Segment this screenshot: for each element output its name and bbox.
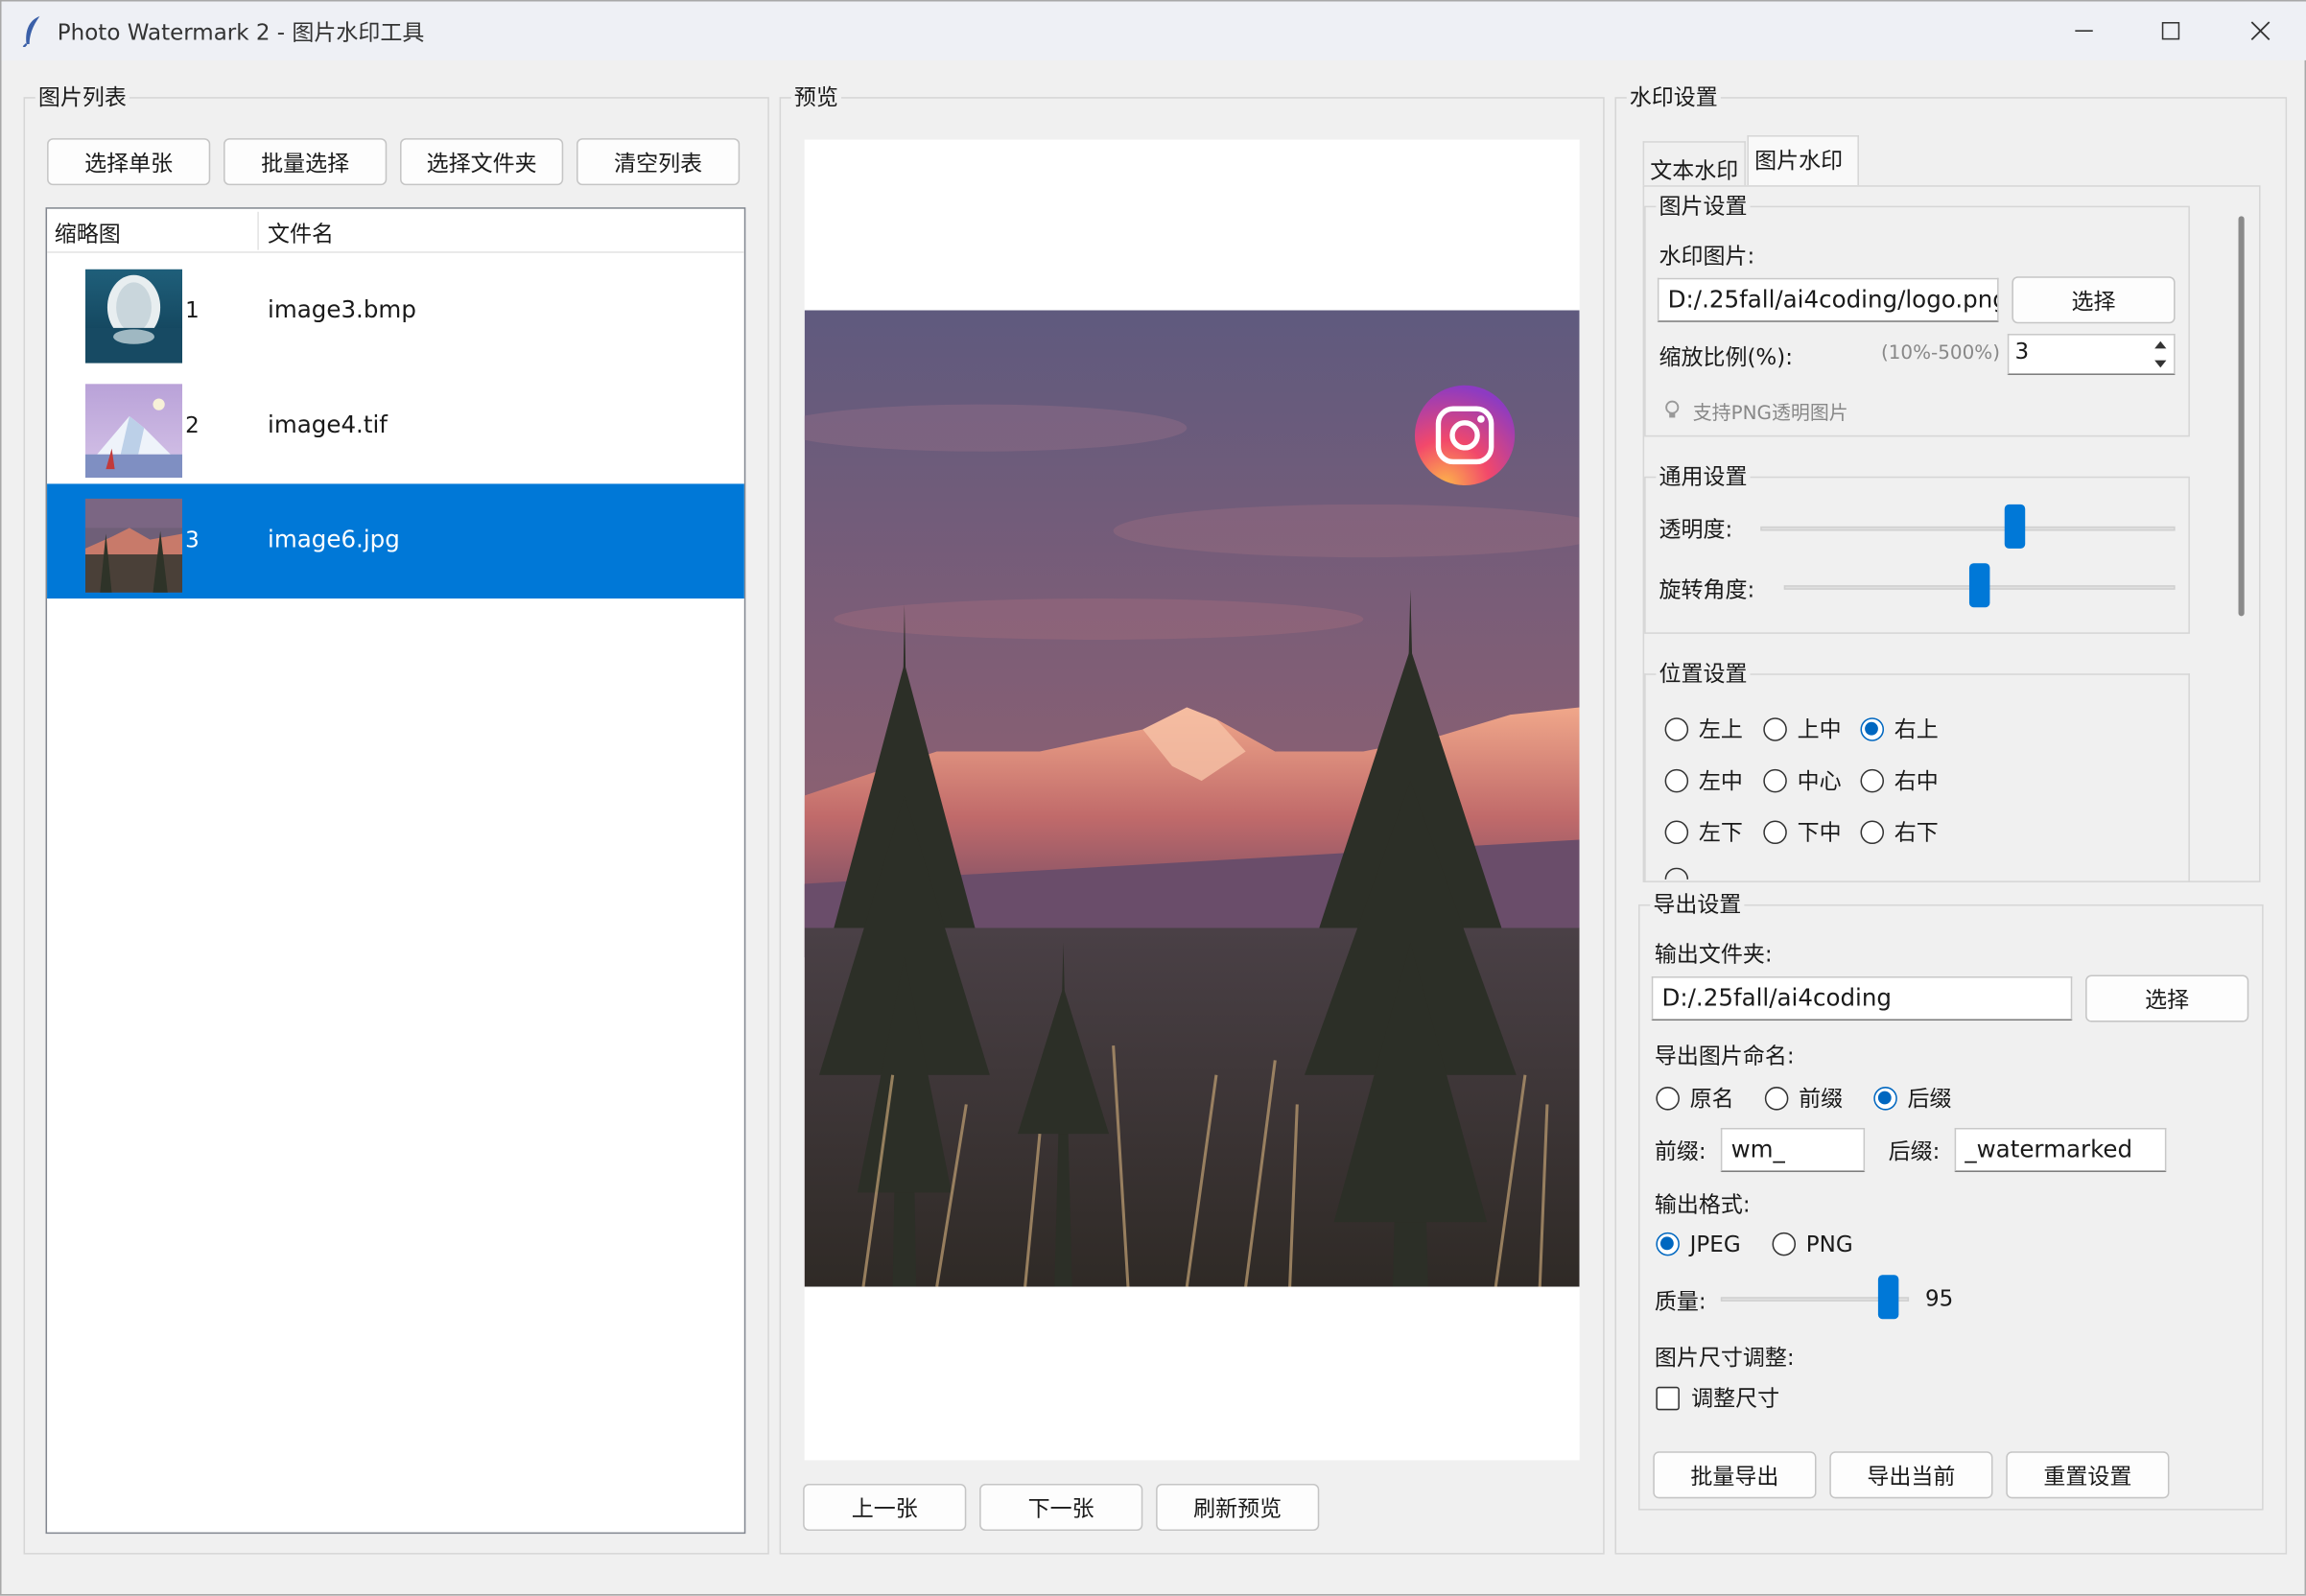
naming-prefix-radio[interactable]: 前缀 [1764, 1082, 1843, 1113]
output-folder-label: 输出文件夹: [1654, 941, 1773, 968]
suffix-input[interactable]: _watermarked [1954, 1127, 2167, 1172]
table-header: 缩略图 文件名 [47, 209, 744, 253]
position-bottom-right-radio[interactable]: 右下 [1860, 816, 1939, 847]
row-index: 3 [185, 526, 200, 553]
prefix-input[interactable]: wm_ [1720, 1127, 1866, 1172]
close-icon [2250, 21, 2271, 41]
export-current-button[interactable]: 导出当前 [1829, 1451, 1993, 1499]
batch-select-button[interactable]: 批量选择 [224, 138, 388, 186]
thumbnail-image [84, 269, 183, 364]
watermark-image-path-field[interactable]: D:/.25fall/ai4coding/logo.png [1657, 277, 1999, 322]
window-title: Photo Watermark 2 - 图片水印工具 [57, 18, 425, 46]
scale-spinbox[interactable]: 3 [2007, 334, 2176, 375]
table-row-selected[interactable]: 3 image6.jpg [47, 483, 744, 599]
settings-scrollbar[interactable] [2238, 216, 2245, 617]
row-index: 2 [185, 411, 200, 438]
thumbnail-image [84, 498, 183, 593]
position-mid-right-radio[interactable]: 右中 [1860, 764, 1939, 795]
rotation-slider-thumb[interactable] [1968, 563, 1990, 608]
batch-export-button[interactable]: 批量导出 [1653, 1451, 1817, 1499]
format-jpeg-radio[interactable]: JPEG [1656, 1231, 1741, 1257]
watermark-image-label: 水印图片: [1659, 242, 1755, 270]
quality-slider-thumb[interactable] [1877, 1275, 1899, 1320]
reset-settings-button[interactable]: 重置设置 [2006, 1451, 2170, 1499]
row-filename: image6.jpg [268, 525, 400, 553]
select-single-button[interactable]: 选择单张 [47, 138, 211, 186]
general-settings-title: 通用设置 [1656, 459, 1751, 492]
thumbnail-image [84, 384, 183, 479]
maximize-icon [2161, 21, 2180, 40]
lightbulb-icon [1665, 400, 1680, 418]
select-folder-button[interactable]: 选择文件夹 [400, 138, 564, 186]
table-row[interactable]: 1 image3.bmp [47, 254, 744, 369]
tab-text-watermark[interactable]: 文本水印 [1642, 141, 1746, 189]
quality-value: 95 [1924, 1285, 1954, 1312]
position-top-right-radio[interactable]: 右上 [1860, 714, 1939, 744]
position-top-center-radio[interactable]: 上中 [1763, 714, 1842, 744]
position-mid-left-radio[interactable]: 左中 [1664, 764, 1743, 795]
select-watermark-image-button[interactable]: 选择 [2012, 276, 2176, 324]
opacity-slider[interactable] [1760, 504, 2176, 549]
output-format-label: 输出格式: [1654, 1190, 1751, 1218]
clear-list-button[interactable]: 清空列表 [576, 138, 741, 186]
title-bar: Photo Watermark 2 - 图片水印工具 [1, 1, 2306, 60]
suffix-label: 后缀: [1888, 1138, 1941, 1165]
preview-image [804, 310, 1580, 1287]
minimize-button[interactable] [2040, 2, 2129, 60]
spinbox-arrows-icon[interactable] [2152, 339, 2169, 371]
row-filename: image3.bmp [268, 295, 416, 324]
app-window: Photo Watermark 2 - 图片水印工具 图片列表 选择单张 批量选… [0, 0, 2306, 1596]
preview-title: 预览 [790, 81, 842, 112]
resize-checkbox[interactable]: 调整尺寸 [1656, 1382, 1779, 1413]
scale-label: 缩放比例(%): [1659, 343, 1793, 371]
minimize-icon [2075, 30, 2093, 32]
opacity-slider-thumb[interactable] [2004, 504, 2026, 549]
image-settings-title: 图片设置 [1656, 189, 1751, 221]
quality-slider[interactable] [1720, 1275, 1910, 1320]
naming-label: 导出图片命名: [1654, 1043, 1795, 1069]
refresh-preview-button[interactable]: 刷新预览 [1156, 1483, 1320, 1532]
thumbnail-column-header[interactable]: 缩略图 [55, 218, 121, 248]
rotation-slider[interactable] [1783, 563, 2176, 608]
naming-original-radio[interactable]: 原名 [1656, 1082, 1734, 1113]
position-bottom-left-radio[interactable]: 左下 [1664, 816, 1743, 847]
watermark-settings-title: 水印设置 [1626, 81, 1721, 112]
position-bottom-center-radio[interactable]: 下中 [1763, 816, 1842, 847]
next-image-button[interactable]: 下一张 [979, 1483, 1143, 1532]
prev-image-button[interactable]: 上一张 [803, 1483, 967, 1532]
opacity-label: 透明度: [1659, 516, 1733, 543]
quality-label: 质量: [1654, 1288, 1706, 1315]
position-center-radio[interactable]: 中心 [1763, 764, 1842, 795]
position-custom-radio-partial[interactable] [1664, 867, 1689, 880]
resize-label: 图片尺寸调整: [1654, 1344, 1795, 1371]
feather-app-icon [22, 15, 40, 48]
position-top-left-radio[interactable]: 左上 [1664, 714, 1743, 744]
tab-image-watermark[interactable]: 图片水印 [1747, 135, 1859, 186]
scale-value: 3 [2014, 338, 2030, 365]
position-settings-title: 位置设置 [1656, 657, 1751, 689]
row-index: 1 [185, 296, 200, 324]
prefix-label: 前缀: [1654, 1138, 1706, 1165]
png-support-hint: 支持PNG透明图片 [1692, 403, 1848, 426]
select-output-folder-button[interactable]: 选择 [2085, 974, 2249, 1022]
naming-suffix-radio[interactable]: 后缀 [1873, 1082, 1952, 1113]
output-folder-field[interactable]: D:/.25fall/ai4coding [1651, 976, 2073, 1021]
close-button[interactable] [2217, 2, 2305, 60]
image-list-table[interactable]: 缩略图 文件名 1 image3.bmp 2 image4.tif 3 imag… [45, 207, 746, 1535]
scale-range-hint: (10%-500%) [1880, 342, 2001, 365]
format-png-radio[interactable]: PNG [1772, 1231, 1853, 1257]
export-settings-title: 导出设置 [1650, 888, 1745, 920]
maximize-button[interactable] [2127, 2, 2215, 60]
filename-column-header[interactable]: 文件名 [268, 218, 334, 248]
table-row[interactable]: 2 image4.tif [47, 369, 744, 484]
instagram-watermark-icon [1414, 385, 1516, 485]
image-list-title: 图片列表 [35, 81, 129, 112]
general-settings-group [1644, 476, 2190, 634]
rotation-label: 旋转角度: [1659, 576, 1755, 603]
row-filename: image4.tif [268, 410, 388, 438]
